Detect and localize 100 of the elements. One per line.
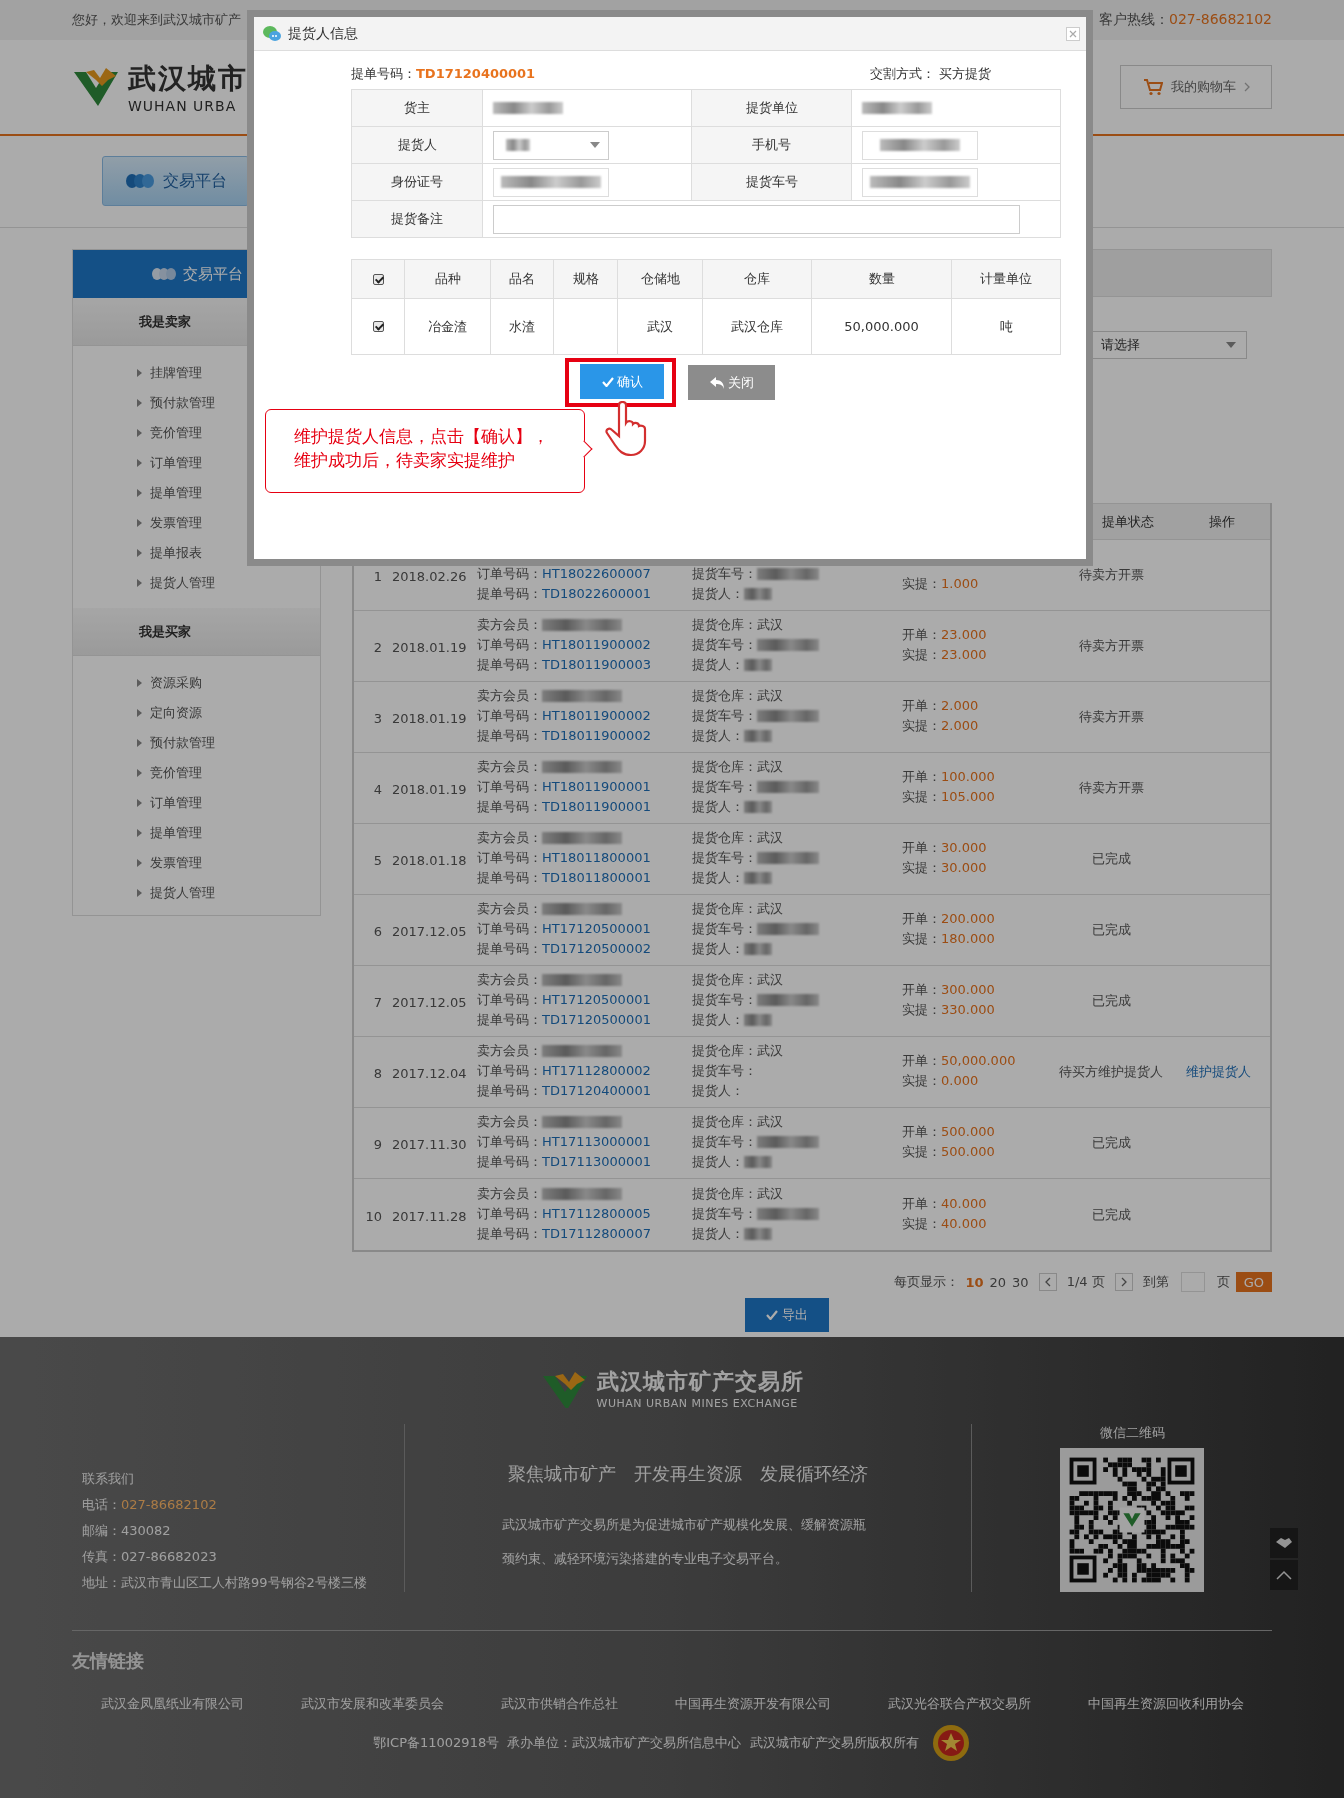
field-label: 开单： bbox=[902, 910, 941, 928]
field-label: 提单号码： bbox=[477, 1225, 542, 1243]
maintain-link[interactable]: 维护提货人 bbox=[1185, 1064, 1251, 1079]
field-label: 卖方会员： bbox=[477, 1113, 542, 1131]
order-link[interactable]: HT18022600007 bbox=[542, 564, 651, 584]
page-size-option[interactable]: 20 bbox=[989, 1274, 1007, 1290]
friend-link[interactable]: 武汉金凤凰纸业有限公司 bbox=[100, 1695, 244, 1713]
order-link[interactable]: HT18011800001 bbox=[542, 848, 651, 868]
column-header: 操作 bbox=[1208, 512, 1236, 531]
field-label: 提货人： bbox=[692, 1082, 744, 1100]
sidebar-item[interactable]: 订单管理 bbox=[137, 788, 320, 818]
sidebar-item[interactable]: 提货人管理 bbox=[137, 878, 320, 908]
next-page-button[interactable] bbox=[1114, 1273, 1133, 1291]
back-to-top-button[interactable] bbox=[1270, 1560, 1298, 1590]
caret-icon bbox=[137, 829, 142, 837]
friend-link[interactable]: 中国再生资源开发有限公司 bbox=[674, 1695, 831, 1713]
caret-icon bbox=[137, 679, 142, 687]
close-button[interactable]: 关闭 bbox=[688, 365, 775, 400]
row-checkbox[interactable] bbox=[372, 321, 384, 332]
field-label: 提货人： bbox=[692, 727, 744, 745]
caret-icon bbox=[137, 889, 142, 897]
remark-field[interactable] bbox=[493, 204, 1020, 234]
order-link[interactable]: TD18011900001 bbox=[542, 797, 651, 817]
page-size-option[interactable]: 30 bbox=[1012, 1274, 1029, 1290]
logo-title: 武汉城市矿产交易所 bbox=[596, 1368, 804, 1396]
order-link[interactable]: HT18011900001 bbox=[542, 777, 651, 797]
export-button[interactable]: 导出 bbox=[745, 1298, 829, 1332]
field-label: 提货车号： bbox=[692, 920, 757, 938]
quantity-value: 500.000 bbox=[941, 1123, 995, 1141]
status-text: 已完成 bbox=[1090, 1206, 1132, 1224]
sidebar-item[interactable]: 定向资源 bbox=[137, 698, 320, 728]
order-link[interactable]: HT18011900002 bbox=[542, 706, 651, 726]
quantity-value: 300.000 bbox=[941, 981, 995, 999]
sidebar-item[interactable]: 预付款管理 bbox=[137, 728, 320, 758]
quantity-value: 330.000 bbox=[941, 1001, 995, 1019]
form-label: 提货人 bbox=[352, 127, 483, 164]
field-label: 提货仓库： bbox=[692, 829, 757, 847]
close-button[interactable] bbox=[1066, 26, 1080, 41]
friend-link[interactable]: 中国再生资源回收利用协会 bbox=[1087, 1695, 1244, 1713]
select-all-checkbox[interactable] bbox=[372, 273, 384, 285]
caret-icon bbox=[137, 519, 142, 527]
field-label: 提货仓库： bbox=[692, 1042, 757, 1060]
caret-icon bbox=[137, 369, 142, 377]
friend-link[interactable]: 武汉光谷联合产权交易所 bbox=[887, 1695, 1031, 1713]
order-link[interactable]: HT18011900002 bbox=[542, 635, 651, 655]
postcode-text: 邮编：430082 bbox=[82, 1522, 172, 1540]
row-number: 7 bbox=[372, 995, 382, 1012]
sidebar-item[interactable]: 资源采购 bbox=[137, 668, 320, 698]
order-link[interactable]: TD18011900003 bbox=[542, 655, 651, 675]
order-link[interactable]: TD18011900002 bbox=[542, 726, 651, 746]
field-label: 开单： bbox=[902, 1052, 941, 1070]
sidebar-item[interactable]: 发票管理 bbox=[137, 848, 320, 878]
order-link[interactable]: TD17113000001 bbox=[542, 1152, 651, 1172]
sidebar-item[interactable]: 挂牌管理 bbox=[137, 358, 320, 388]
status-text: 已完成 bbox=[1090, 1134, 1132, 1152]
row-number: 3 bbox=[372, 711, 382, 728]
order-link[interactable]: TD18011800001 bbox=[542, 868, 651, 888]
table-cell: 50,000.000 bbox=[812, 299, 952, 355]
sidebar-item[interactable]: 提单报表 bbox=[137, 538, 320, 568]
logo-icon bbox=[72, 66, 120, 108]
slogan-text: 开发再生资源 bbox=[634, 1462, 742, 1486]
confirm-button[interactable]: 确认 bbox=[580, 364, 664, 399]
nav-tab[interactable]: 交易平台 bbox=[102, 156, 249, 206]
order-link[interactable]: HT17112800005 bbox=[542, 1204, 651, 1224]
quantity-value: 23.000 bbox=[941, 646, 987, 664]
previous-page-button[interactable] bbox=[1038, 1273, 1057, 1291]
sidebar-item[interactable]: 提货人管理 bbox=[137, 568, 320, 598]
row-number: 8 bbox=[372, 1066, 382, 1083]
picker-select[interactable] bbox=[493, 130, 609, 160]
order-link[interactable]: TD17120500001 bbox=[542, 1010, 651, 1030]
order-link[interactable]: TD17120400001 bbox=[542, 1081, 651, 1101]
field-label: 订单号码： bbox=[477, 636, 542, 654]
order-link[interactable]: HT17120500001 bbox=[542, 990, 651, 1010]
input-field[interactable] bbox=[493, 167, 609, 197]
pointing-hand-icon bbox=[605, 401, 649, 457]
sidebar-item[interactable]: 发票管理 bbox=[137, 508, 320, 538]
order-link[interactable]: TD18022600001 bbox=[542, 584, 651, 604]
page-size-option[interactable]: 10 bbox=[965, 1274, 984, 1290]
column-header: 品种 bbox=[405, 260, 491, 299]
chevron-right-icon bbox=[1120, 1277, 1127, 1287]
order-link[interactable]: HT17113000001 bbox=[542, 1132, 651, 1152]
input-field[interactable] bbox=[862, 167, 978, 197]
cart-button[interactable]: 我的购物车 bbox=[1120, 65, 1272, 109]
date-cell-text: 2018.02.26 bbox=[391, 569, 468, 586]
friend-link[interactable]: 武汉市供销合作总社 bbox=[500, 1695, 618, 1713]
greeting-text: 您好，欢迎来到武汉城市矿产 bbox=[72, 11, 241, 29]
order-link[interactable]: TD17112800007 bbox=[542, 1224, 651, 1244]
order-link[interactable]: HT17112800002 bbox=[542, 1061, 651, 1081]
field-label: 实提： bbox=[902, 717, 941, 735]
caret-icon bbox=[137, 399, 142, 407]
sidebar-item[interactable]: 竞价管理 bbox=[137, 758, 320, 788]
coins-icon bbox=[124, 173, 155, 189]
sidebar-item[interactable]: 提单管理 bbox=[137, 818, 320, 848]
order-link[interactable]: TD17120500002 bbox=[542, 939, 651, 959]
friend-link[interactable]: 武汉市发展和改革委员会 bbox=[300, 1695, 444, 1713]
logo-subtitle: WUHAN URBA bbox=[128, 98, 238, 114]
delivery-label: 交割方式： bbox=[870, 66, 935, 81]
input-field[interactable] bbox=[862, 130, 978, 160]
order-link[interactable]: HT17120500001 bbox=[542, 919, 651, 939]
go-button[interactable]: GO bbox=[1235, 1272, 1272, 1292]
